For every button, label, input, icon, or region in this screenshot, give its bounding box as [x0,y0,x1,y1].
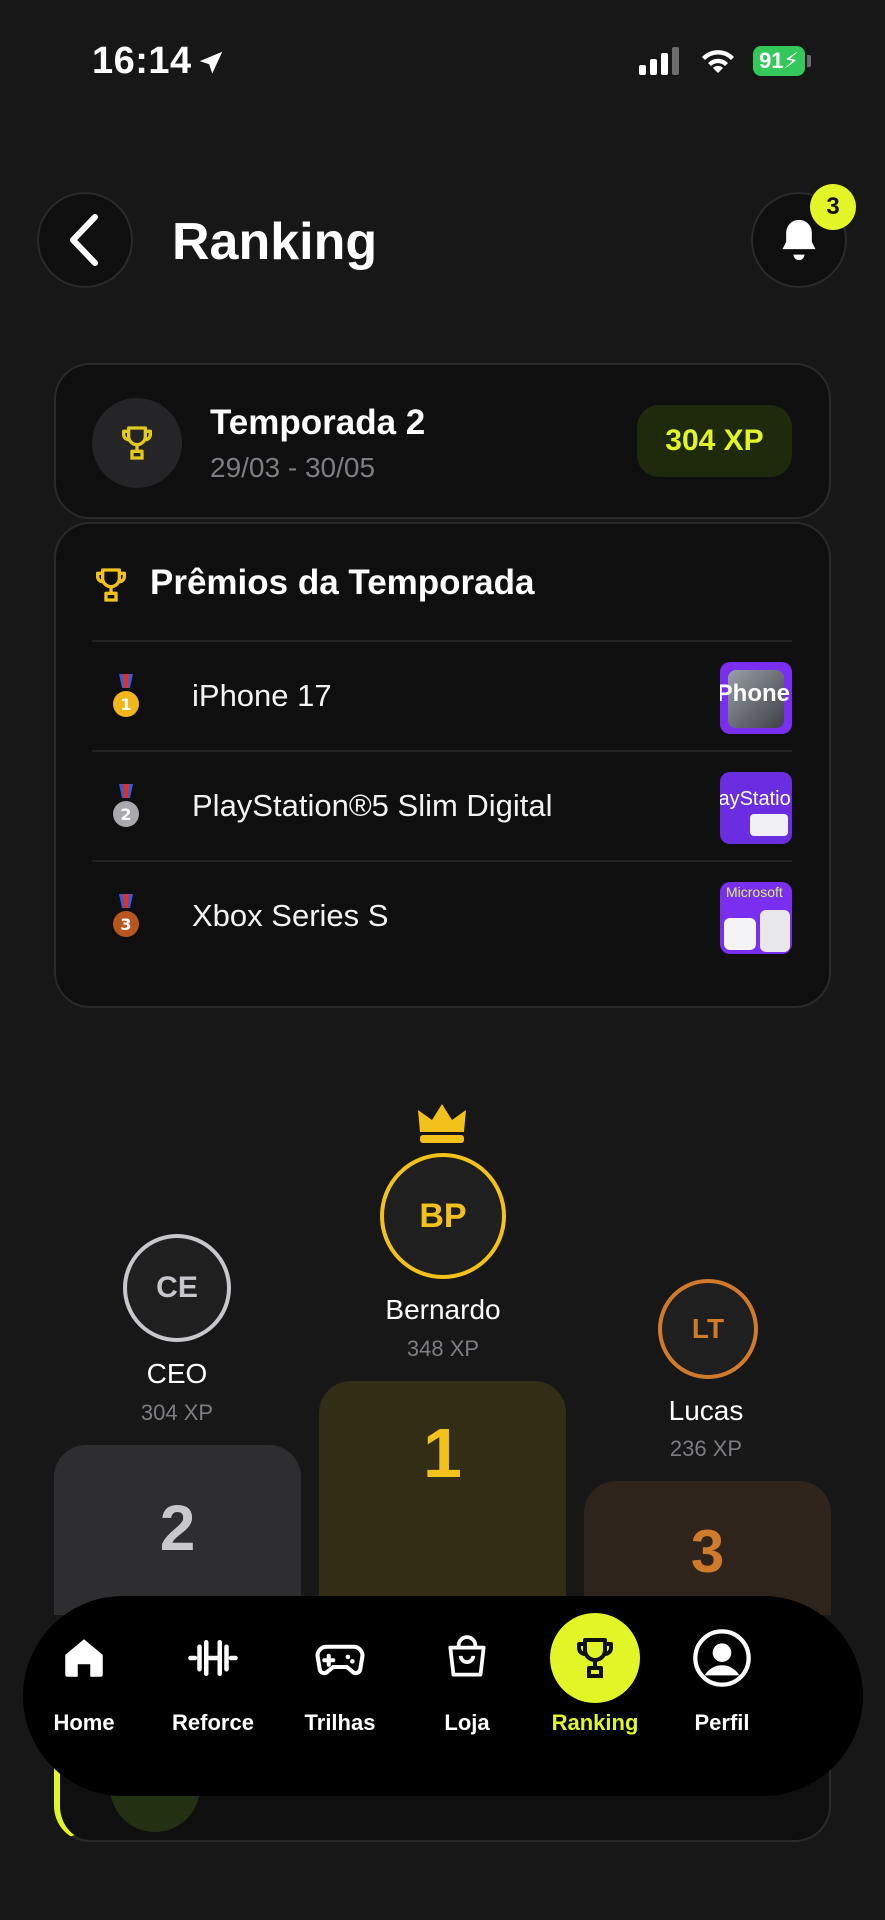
second-place-name: CEO [146,1358,208,1389]
nav-item-perfil[interactable]: Perfil [662,1626,782,1736]
avatar-initials: BP [419,1196,467,1235]
bronze-medal-icon: 3 [113,894,139,937]
svg-text:2: 2 [120,805,131,824]
season-name: Temporada 2 [210,403,426,442]
xbox-prize-image: Microsoft [720,882,792,954]
avatar-initials: CE [156,1271,198,1304]
nav-label: Loja [444,1710,490,1735]
silver-medal-icon: 2 [113,784,139,827]
prize-image-text: iPhone 1 [720,680,792,707]
prize-row[interactable]: 3 Xbox Series S Microsoft [92,860,792,970]
third-place-name: Lucas [668,1395,744,1426]
nav-item-trilhas[interactable]: Trilhas [280,1626,400,1736]
back-button[interactable] [37,192,133,288]
trophy-icon [577,1638,613,1678]
trophy-icon [122,426,152,460]
nav-label: Trilhas [304,1710,376,1735]
battery-level: 91⚡ [753,46,805,76]
nav-label: Home [53,1710,115,1735]
avatar-initials: LT [691,1313,725,1344]
svg-text:1: 1 [120,695,131,714]
wifi-icon [702,50,735,73]
location-arrow-icon [196,48,226,83]
nav-item-reforce[interactable]: Reforce [153,1626,273,1736]
prize-name: Xbox Series S [192,898,389,933]
season-trophy-avatar [92,398,182,488]
first-place-avatar[interactable]: BP [380,1153,506,1279]
third-place-xp: 236 XP [669,1436,743,1461]
signal-icon [639,47,680,75]
notification-badge: 3 [810,184,856,230]
status-indicators: 91⚡ [639,46,811,76]
nav-item-loja[interactable]: Loja [407,1626,527,1736]
chevron-left-icon [70,214,98,266]
second-place-xp: 304 XP [140,1400,214,1425]
first-place-name: Bernardo [385,1294,501,1325]
iphone-prize-image: iPhone 1 [720,662,792,734]
trophy-icon [90,565,132,610]
status-time: 16:14 [92,40,192,82]
first-place-xp: 348 XP [406,1336,480,1361]
nav-label: Reforce [172,1710,254,1735]
prize-image-text: layStation [720,788,792,810]
nav-label: Ranking [551,1710,639,1735]
bottom-navigation: Home Reforce Trilhas Loja Ranking Perfil [23,1596,863,1796]
gamepad-icon [315,1644,365,1676]
svg-text:3: 3 [120,915,131,934]
bell-icon [782,219,816,261]
nav-item-home[interactable]: Home [24,1626,144,1736]
home-icon [65,1639,103,1677]
dumbbell-icon [188,1640,238,1676]
second-place-avatar[interactable]: CE [123,1234,231,1342]
battery-tip [807,55,811,67]
crown-icon [418,1104,466,1143]
first-place-podium: 1 [319,1381,566,1611]
prize-row[interactable]: 1 iPhone 17 iPhone 1 [92,640,792,750]
third-place-avatar[interactable]: LT [658,1279,758,1379]
prize-image-text: Microsoft [726,884,783,900]
season-dates: 29/03 - 30/05 [210,452,376,483]
nav-item-ranking[interactable]: Ranking [535,1613,655,1736]
playstation-prize-image: layStation [720,772,792,844]
prize-row[interactable]: 2 PlayStation®5 Slim Digital layStation [92,750,792,860]
user-xp-badge: 304 XP [637,405,792,477]
gold-medal-icon: 1 [113,674,139,717]
shopping-bag-icon [448,1635,486,1677]
third-place-podium: 3 [584,1481,831,1615]
page-title: Ranking [172,213,378,271]
prizes-title: Prêmios da Temporada [150,563,535,602]
profile-icon [693,1629,751,1687]
nav-label: Perfil [694,1710,750,1735]
second-place-podium: 2 [54,1445,301,1615]
prize-name: PlayStation®5 Slim Digital [192,788,553,823]
place-number: 1 [423,1414,462,1492]
prize-name: iPhone 17 [192,678,332,713]
